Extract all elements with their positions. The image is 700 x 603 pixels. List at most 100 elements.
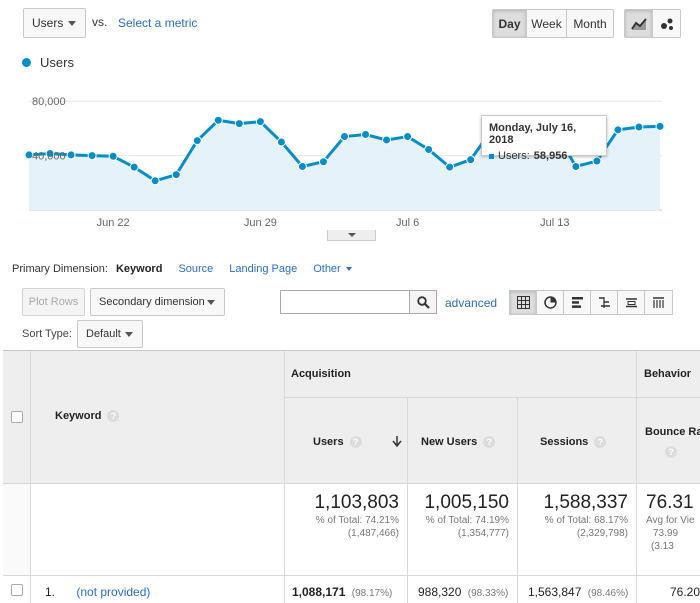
day-button[interactable]: Day: [493, 10, 527, 37]
data-table-view-icon[interactable]: [510, 291, 537, 314]
data-point[interactable]: [213, 115, 223, 125]
users-column-header[interactable]: Users ?: [285, 398, 408, 484]
data-point[interactable]: [192, 136, 202, 146]
chart-type-toggle: [624, 9, 681, 38]
comparison-icon[interactable]: [591, 291, 618, 314]
data-point[interactable]: [634, 122, 644, 132]
month-button[interactable]: Month: [567, 10, 613, 37]
tooltip-value: 58,956: [533, 150, 568, 162]
primary-dimension-landing-page[interactable]: Landing Page: [229, 263, 297, 275]
pivot-table-icon[interactable]: [645, 291, 672, 314]
sessions-column-label: Sessions: [540, 436, 589, 448]
sessions-total-of: (2,329,798): [576, 528, 628, 539]
new-users-column-header[interactable]: New Users ?: [408, 398, 518, 484]
legend-dot: [22, 58, 31, 67]
chart-tooltip: Monday, July 16, 2018 Users: 58,956: [481, 115, 607, 162]
data-point[interactable]: [318, 157, 328, 167]
table-search-input[interactable]: [280, 290, 410, 314]
data-point[interactable]: [108, 151, 118, 161]
totals-label-cell: [31, 484, 285, 576]
bounce-rate-total-extra: (3.13: [651, 541, 674, 552]
data-point[interactable]: [171, 170, 181, 180]
primary-dimension-source[interactable]: Source: [178, 263, 213, 275]
secondary-dimension-select[interactable]: Secondary dimension: [90, 288, 225, 316]
data-point[interactable]: [466, 155, 476, 165]
search-button[interactable]: [410, 290, 437, 314]
data-point[interactable]: [234, 119, 244, 129]
select-all-checkbox[interactable]: [11, 411, 23, 423]
data-point[interactable]: [361, 130, 371, 140]
data-point[interactable]: [445, 162, 455, 172]
chevron-down-icon: [345, 267, 352, 271]
sessions-total-cell: 1,588,337 % of Total: 68.17% (2,329,798): [518, 484, 637, 576]
advanced-filter-link[interactable]: advanced: [445, 296, 497, 310]
row-keyword-link[interactable]: (not provided): [76, 585, 150, 599]
data-point[interactable]: [150, 176, 160, 186]
metric-select[interactable]: Users: [23, 8, 86, 38]
bar-chart-icon[interactable]: [564, 291, 591, 314]
row-users-value: 1,088,171: [292, 585, 346, 599]
help-icon[interactable]: ?: [349, 436, 362, 448]
data-point[interactable]: [655, 121, 665, 131]
plot-rows-button[interactable]: Plot Rows: [22, 288, 85, 316]
users-total-value: 1,103,803: [314, 492, 399, 513]
new-users-total-pct: % of Total: 74.19%: [425, 515, 509, 526]
help-icon[interactable]: ?: [594, 436, 607, 448]
data-point[interactable]: [129, 162, 139, 172]
behavior-label: Behavior: [644, 368, 692, 380]
data-point[interactable]: [571, 161, 581, 171]
select-metric-link[interactable]: Select a metric: [118, 16, 197, 30]
data-point[interactable]: [382, 135, 392, 145]
sessions-column-header[interactable]: Sessions ?: [518, 398, 637, 484]
data-point[interactable]: [340, 132, 349, 142]
pie-chart-icon[interactable]: [537, 291, 564, 314]
collapse-chart-handle[interactable]: [327, 230, 376, 241]
sort-type-select[interactable]: Default: [77, 320, 143, 348]
new-users-total-of: (1,354,777): [457, 528, 509, 539]
data-point[interactable]: [424, 144, 434, 154]
metric-select-value: Users: [32, 16, 64, 30]
row-checkbox[interactable]: [11, 584, 23, 596]
chevron-down-icon: [348, 233, 356, 237]
users-total-of: (1,487,466): [347, 528, 399, 539]
chart-legend[interactable]: Users: [22, 55, 74, 70]
row-sessions-cell: 1,563,847 (98.46%): [518, 576, 637, 603]
data-point[interactable]: [613, 125, 623, 135]
secondary-dimension-label: Secondary dimension: [99, 296, 205, 308]
row-new-users-cell: 988,320 (98.33%): [408, 576, 518, 603]
row-users-pct: (98.17%): [351, 588, 393, 599]
week-button[interactable]: Week: [527, 10, 567, 37]
help-icon[interactable]: ?: [107, 410, 120, 422]
row-new-users-pct: (98.33%): [467, 588, 509, 599]
new-users-column-label: New Users: [421, 436, 478, 448]
bounce-rate-total-of: 73.99: [653, 528, 679, 539]
chevron-down-icon: [68, 21, 76, 26]
acquisition-group-header: Acquisition: [285, 351, 637, 398]
x-tick-label: Jun 29: [244, 217, 277, 229]
keyword-header-cell[interactable]: Keyword ?: [31, 351, 285, 484]
data-point[interactable]: [276, 137, 286, 147]
line-chart-icon[interactable]: [625, 10, 653, 37]
bounce-rate-column-header[interactable]: Bounce Rat ?: [637, 398, 700, 484]
sort-descending-icon: [392, 436, 402, 447]
data-point[interactable]: [403, 132, 413, 142]
motion-chart-icon[interactable]: [653, 10, 680, 37]
data-point[interactable]: [87, 151, 97, 161]
data-point[interactable]: [255, 117, 265, 127]
row-index: 1.: [45, 585, 56, 599]
users-total-cell: 1,103,803 % of Total: 74.21% (1,487,466): [285, 484, 408, 576]
data-point[interactable]: [66, 150, 76, 160]
help-icon[interactable]: ?: [483, 436, 496, 448]
primary-dimension-other[interactable]: Other: [313, 263, 352, 275]
primary-dimension-keyword[interactable]: Keyword: [116, 263, 162, 275]
term-cloud-icon[interactable]: [618, 291, 645, 314]
behavior-group-header: Behavior: [637, 351, 700, 398]
sort-type-label: Sort Type:: [22, 328, 72, 340]
users-column-label: Users: [313, 436, 344, 448]
data-point[interactable]: [297, 161, 307, 171]
sessions-total-pct: % of Total: 68.17%: [544, 515, 628, 526]
row-sessions-pct: (98.46%): [587, 588, 629, 599]
x-tick-label: Jul 6: [396, 217, 419, 229]
help-icon[interactable]: ?: [665, 446, 677, 458]
primary-dimension-other-label: Other: [313, 263, 341, 275]
